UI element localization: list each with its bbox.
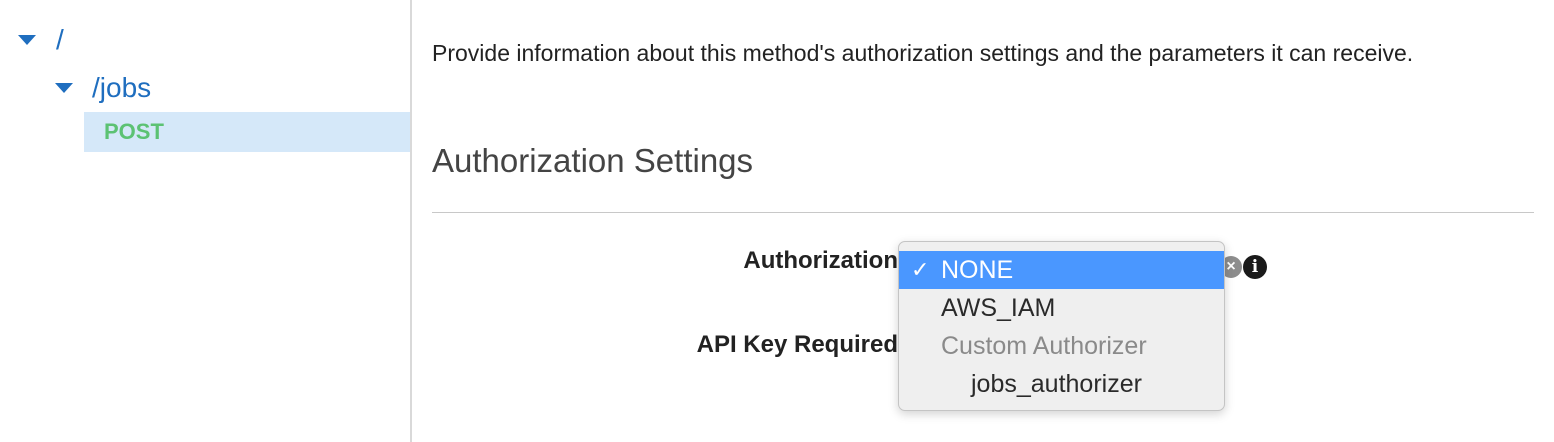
tree-item-root[interactable]: / (18, 22, 64, 58)
tree-item-root-label[interactable]: / (56, 24, 64, 56)
dropdown-option-aws-iam[interactable]: AWS_IAM (899, 289, 1224, 327)
check-icon: ✓ (911, 257, 930, 282)
dropdown-option-label: NONE (941, 256, 1014, 284)
tree-item-post-method[interactable]: POST (84, 112, 410, 152)
section-title: Authorization Settings (432, 142, 754, 179)
dropdown-option-none[interactable]: ✓ NONE (899, 251, 1224, 289)
method-label[interactable]: POST (104, 119, 164, 145)
api-key-required-label: API Key Required (696, 331, 898, 358)
dropdown-option-label: jobs_authorizer (971, 370, 1142, 398)
caret-down-icon[interactable] (18, 35, 36, 45)
authorization-dropdown-menu[interactable]: ✓ NONE AWS_IAM Custom Authorizer jobs_au… (898, 241, 1225, 411)
authorization-label: Authorization (743, 247, 898, 274)
dropdown-option-jobs-authorizer[interactable]: jobs_authorizer (899, 365, 1224, 403)
info-icon[interactable]: i (1243, 255, 1267, 279)
tree-item-jobs[interactable]: /jobs (55, 70, 151, 106)
dropdown-option-label: AWS_IAM (941, 294, 1056, 322)
intro-text: Provide information about this method's … (432, 40, 1414, 66)
dropdown-group-custom-authorizer: Custom Authorizer (899, 327, 1224, 365)
section-divider (432, 212, 1534, 213)
dropdown-group-label: Custom Authorizer (941, 332, 1147, 360)
caret-down-icon[interactable] (55, 83, 73, 93)
tree-item-jobs-label[interactable]: /jobs (92, 72, 151, 104)
panel-divider (410, 0, 412, 442)
resource-tree: / /jobs POST (0, 0, 410, 442)
